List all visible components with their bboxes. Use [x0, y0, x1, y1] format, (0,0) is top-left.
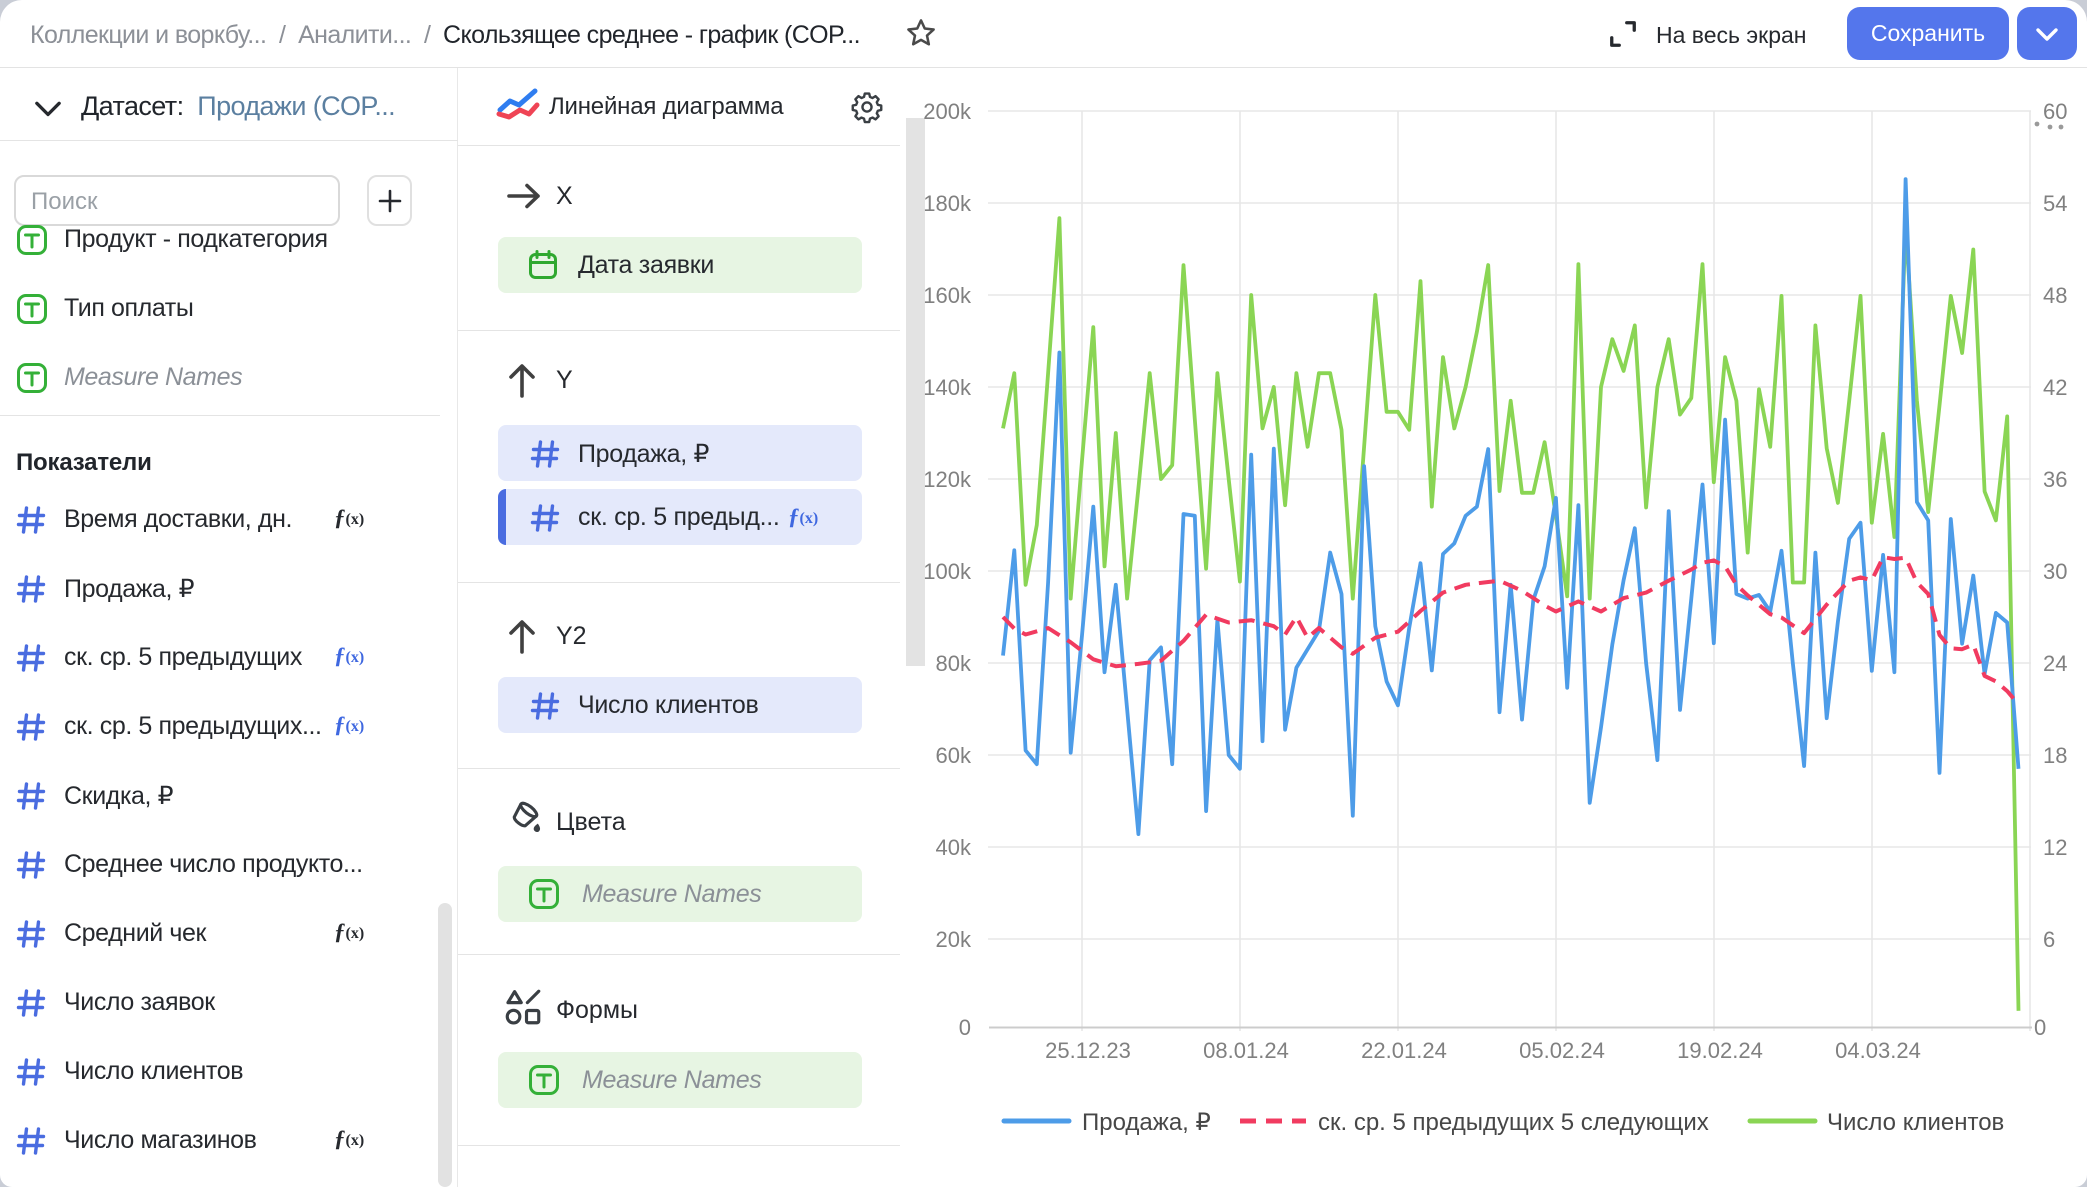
svg-text:30: 30 — [2043, 559, 2067, 584]
svg-text:100k: 100k — [923, 559, 972, 584]
svg-text:05.02.24: 05.02.24 — [1519, 1038, 1605, 1063]
svg-text:200k: 200k — [923, 99, 972, 124]
svg-text:Число клиентов: Число клиентов — [1827, 1109, 2004, 1136]
svg-text:60: 60 — [2043, 99, 2067, 124]
svg-text:180k: 180k — [923, 191, 972, 216]
svg-text:0: 0 — [2034, 1015, 2046, 1040]
svg-text:18: 18 — [2043, 743, 2067, 768]
svg-text:ск. ср. 5 предыдущих 5 следующ: ск. ср. 5 предыдущих 5 следующих — [1318, 1109, 1709, 1136]
svg-text:140k: 140k — [923, 375, 972, 400]
svg-text:160k: 160k — [923, 283, 972, 308]
svg-text:12: 12 — [2043, 835, 2067, 860]
svg-text:22.01.24: 22.01.24 — [1361, 1038, 1447, 1063]
svg-text:25.12.23: 25.12.23 — [1045, 1038, 1131, 1063]
svg-text:36: 36 — [2043, 467, 2067, 492]
svg-text:54: 54 — [2043, 191, 2067, 216]
svg-text:60k: 60k — [936, 743, 972, 768]
svg-text:08.01.24: 08.01.24 — [1203, 1038, 1289, 1063]
svg-text:04.03.24: 04.03.24 — [1835, 1038, 1921, 1063]
svg-text:19.02.24: 19.02.24 — [1677, 1038, 1763, 1063]
svg-text:Продажа, ₽: Продажа, ₽ — [1082, 1109, 1211, 1136]
svg-text:0: 0 — [959, 1015, 971, 1040]
svg-text:20k: 20k — [936, 927, 972, 952]
svg-text:42: 42 — [2043, 375, 2067, 400]
svg-text:80k: 80k — [936, 651, 972, 676]
svg-text:6: 6 — [2043, 927, 2055, 952]
svg-text:40k: 40k — [936, 835, 972, 860]
svg-text:48: 48 — [2043, 283, 2067, 308]
svg-text:24: 24 — [2043, 651, 2067, 676]
svg-text:120k: 120k — [923, 467, 972, 492]
